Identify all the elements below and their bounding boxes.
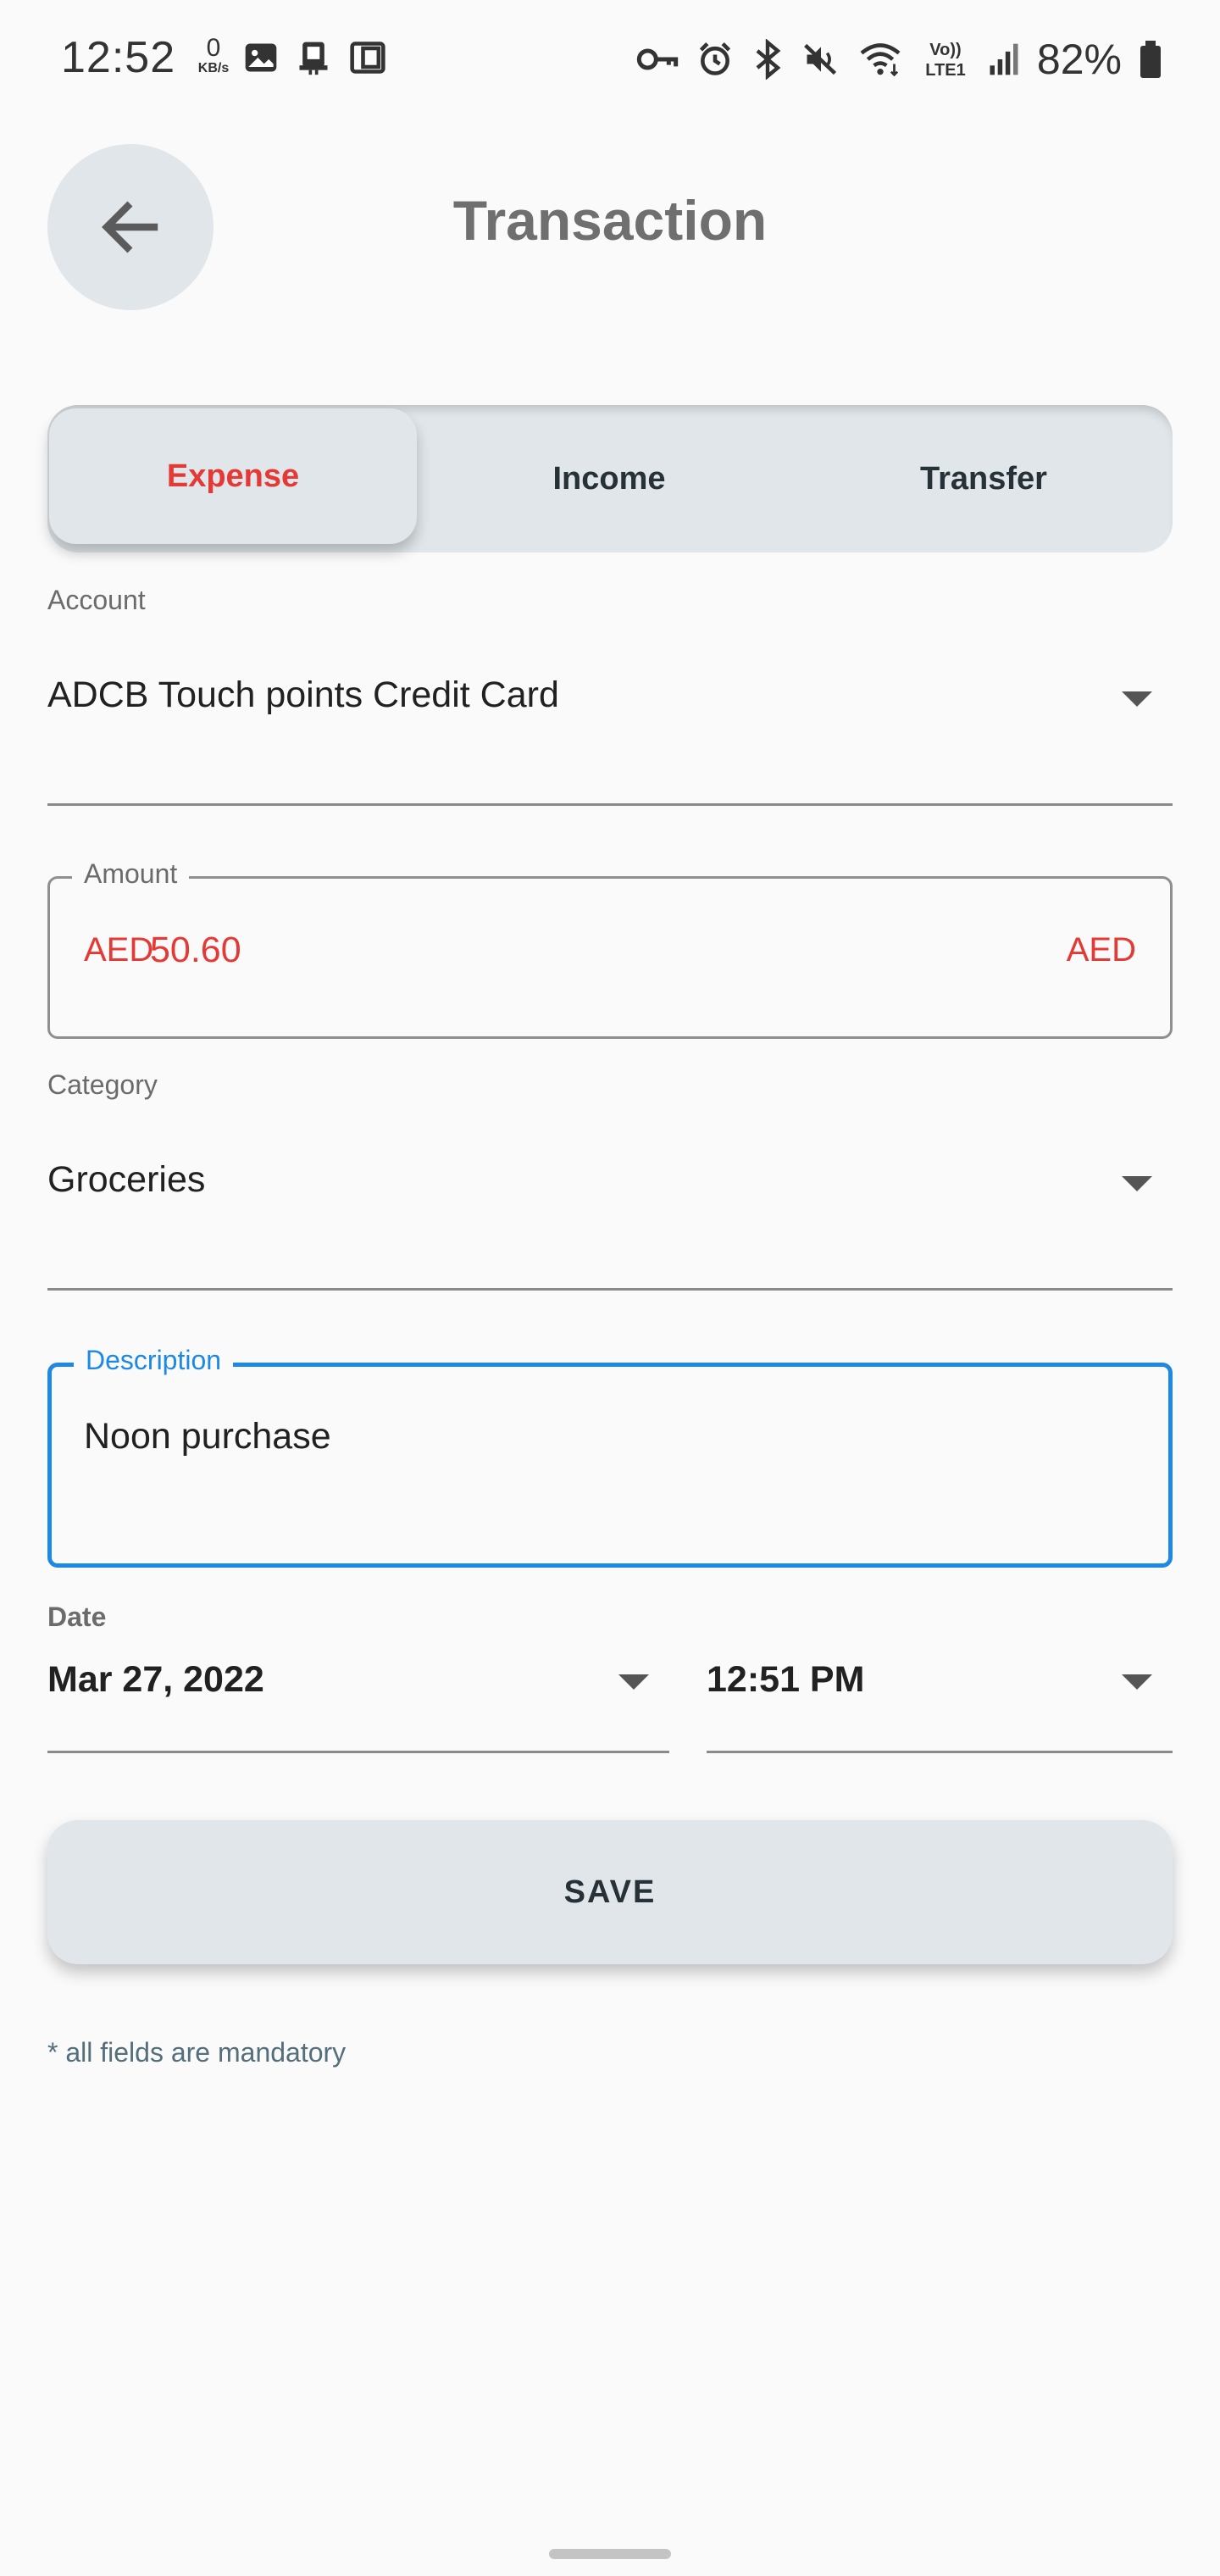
gallery-icon xyxy=(245,43,277,72)
amount-currency-prefix: AED xyxy=(84,931,154,969)
amount-field[interactable]: Amount AED 50.60 AED xyxy=(47,858,1173,1039)
chevron-down-icon xyxy=(1122,1176,1152,1191)
battery-percent: 82% xyxy=(1036,36,1122,83)
phone-icon xyxy=(299,42,328,75)
mute-icon xyxy=(804,43,836,75)
chevron-down-icon xyxy=(1122,691,1152,707)
tab-transfer[interactable]: Transfer xyxy=(796,405,1171,552)
wifi-icon xyxy=(860,43,901,77)
mandatory-note: * all fields are mandatory xyxy=(47,2037,347,2068)
chevron-down-icon xyxy=(1122,1674,1152,1690)
amount-currency-suffix: AED xyxy=(1066,931,1136,969)
chevron-down-icon xyxy=(618,1674,649,1690)
category-label: Category xyxy=(47,1069,158,1100)
bluetooth-icon xyxy=(756,39,781,80)
account-value: ADCB Touch points Credit Card xyxy=(47,675,559,715)
transaction-type-tabs: Expense Income Transfer xyxy=(47,405,1173,552)
status-time: 12:52 xyxy=(61,33,176,82)
tab-expense[interactable]: Expense xyxy=(49,408,417,544)
network-speed-value: 0 xyxy=(206,34,221,62)
page-title: Transaction xyxy=(452,189,768,252)
description-value: Noon purchase xyxy=(84,1416,331,1457)
alarm-icon xyxy=(699,42,731,75)
date-picker[interactable]: Mar 27, 2022 xyxy=(47,1649,669,1753)
tab-income[interactable]: Income xyxy=(422,405,796,552)
home-indicator[interactable] xyxy=(549,2549,671,2559)
network-speed-unit: KB/s xyxy=(197,61,230,75)
volte-top-text: Vo)) xyxy=(929,41,961,59)
status-icons: Vo)) LTE1 82% xyxy=(635,32,1162,86)
wallet-icon xyxy=(350,42,385,74)
volte-bottom-text: LTE1 xyxy=(925,61,965,80)
description-field[interactable]: Description Noon purchase xyxy=(47,1345,1173,1568)
date-label: Date xyxy=(47,1602,107,1632)
battery-icon xyxy=(1140,41,1161,78)
amount-label: Amount xyxy=(72,858,190,890)
key-icon xyxy=(636,48,679,70)
category-dropdown[interactable]: Groceries xyxy=(47,1110,1173,1291)
volte-icon: Vo)) LTE1 xyxy=(925,41,965,80)
account-dropdown[interactable]: ADCB Touch points Credit Card xyxy=(47,627,1173,806)
date-value: Mar 27, 2022 xyxy=(47,1659,264,1700)
category-value: Groceries xyxy=(47,1159,206,1200)
account-label: Account xyxy=(47,585,146,615)
time-picker[interactable]: 12:51 PM xyxy=(707,1649,1173,1753)
signal-icon xyxy=(990,43,1018,75)
amount-value: 50.60 xyxy=(150,930,241,970)
network-speed: 0 KB/s xyxy=(188,36,239,76)
status-bar: 12:52 0 KB/s Vo)) LTE1 82% xyxy=(0,0,1220,119)
description-label: Description xyxy=(74,1345,234,1376)
time-value: 12:51 PM xyxy=(707,1659,865,1700)
save-button[interactable]: SAVE xyxy=(47,1820,1173,1964)
